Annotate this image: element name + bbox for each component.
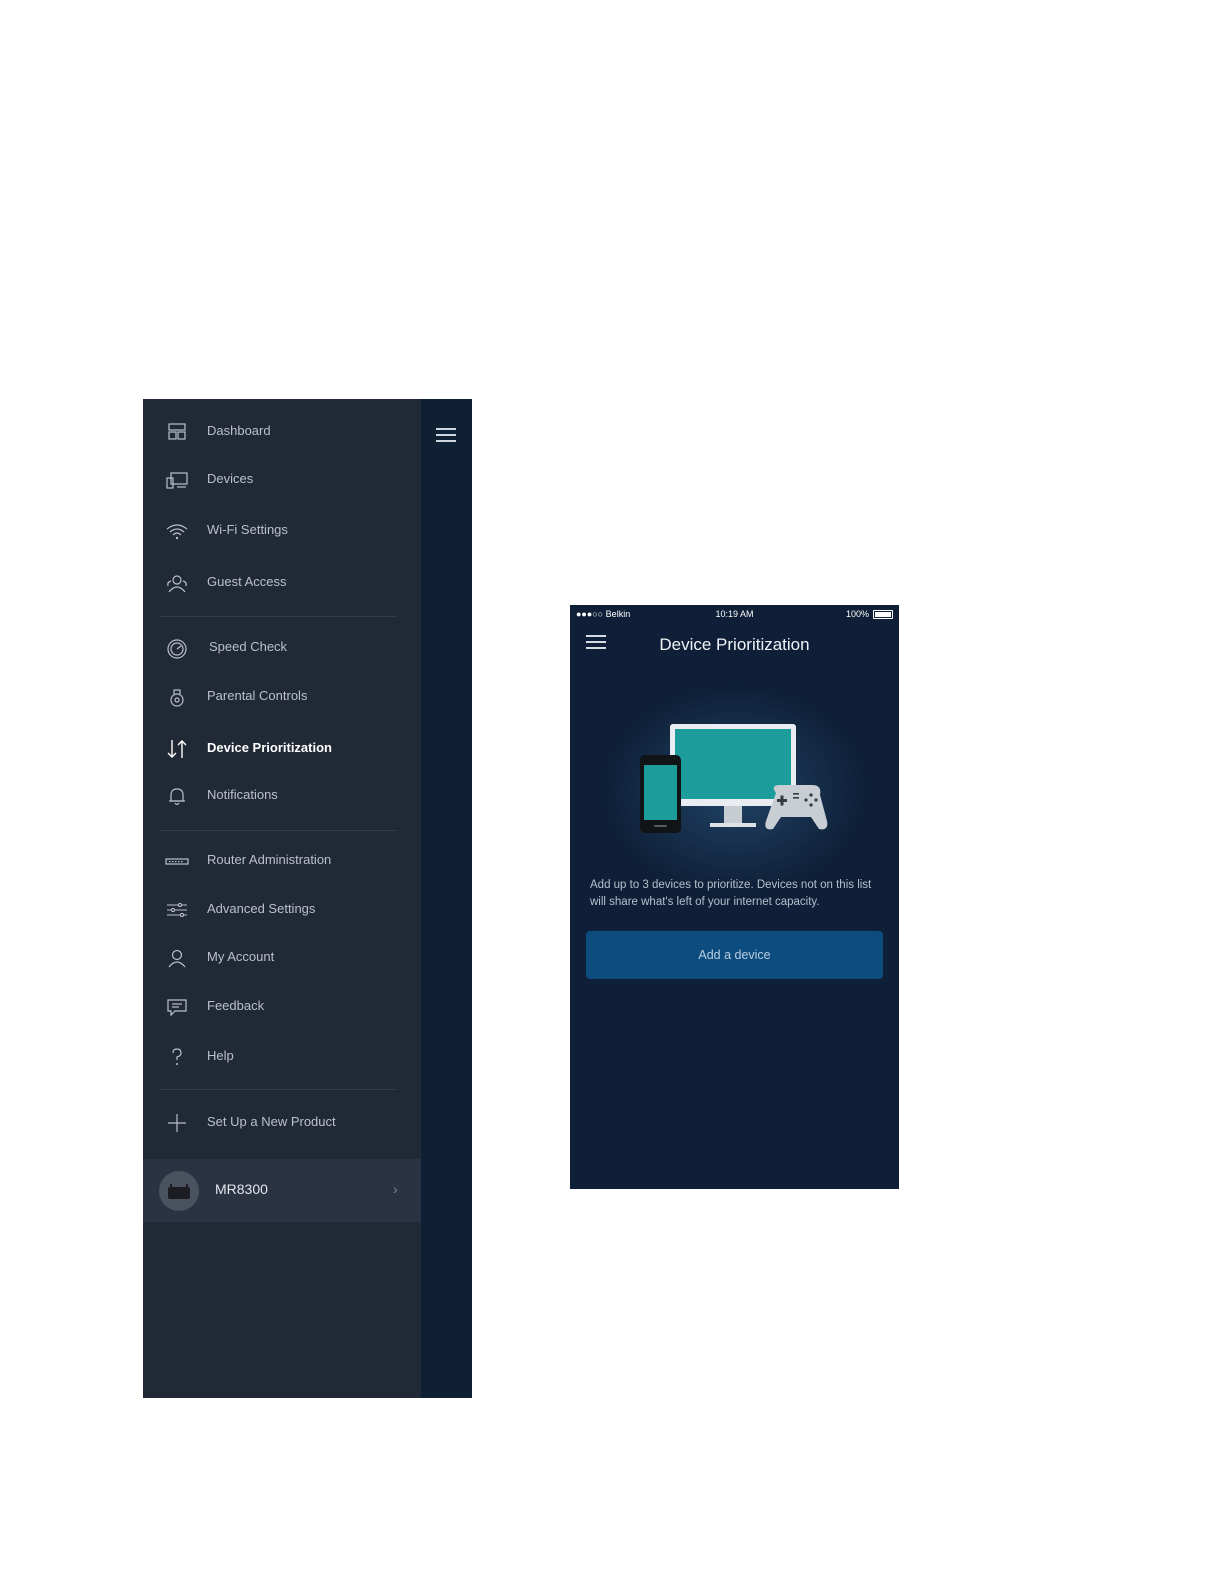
menu-item-parental-controls[interactable]: Parental Controls (143, 677, 421, 717)
menu-item-speed-check[interactable]: Speed Check (143, 628, 421, 668)
sliders-icon (165, 899, 189, 921)
product-row-mr8300[interactable]: MR8300 › (143, 1159, 421, 1222)
menu-item-wifi-settings[interactable]: Wi-Fi Settings (143, 511, 421, 551)
router-icon (165, 850, 189, 872)
dashboard-icon (165, 421, 189, 443)
menu-item-help[interactable]: Help (143, 1037, 421, 1077)
menu-item-advanced-settings[interactable]: Advanced Settings (143, 890, 421, 930)
guest-access-icon (165, 572, 189, 594)
menu-item-label: Speed Check (209, 639, 288, 654)
menu-item-router-administration[interactable]: Router Administration (143, 841, 421, 881)
devices-icon (165, 469, 189, 491)
chevron-right-icon: › (393, 1181, 398, 1197)
menu-item-label: Help (207, 1048, 234, 1063)
menu-item-label: Guest Access (207, 574, 287, 589)
battery-icon (873, 610, 893, 619)
user-icon (165, 947, 189, 969)
menu-item-guest-access[interactable]: Guest Access (143, 563, 421, 603)
menu-item-label: Feedback (207, 998, 265, 1013)
battery-percentage: 100% (845, 609, 869, 619)
prioritization-arrows-icon (165, 738, 189, 760)
add-device-button[interactable]: Add a device (586, 931, 883, 979)
menu-item-label: My Account (207, 949, 275, 964)
page-title: Device Prioritization (659, 635, 810, 654)
menu-item-label: Router Administration (207, 852, 332, 867)
smartphone-icon (640, 755, 681, 833)
menu-divider (159, 1089, 397, 1090)
product-name: MR8300 (215, 1181, 268, 1197)
menu-item-label: Dashboard (207, 423, 271, 438)
menu-item-notifications[interactable]: Notifications (143, 776, 421, 816)
speedometer-icon (165, 637, 189, 659)
drawer-collapsed-strip (421, 399, 472, 1398)
parental-controls-icon (165, 686, 189, 708)
menu-item-label: Device Prioritization (207, 740, 332, 755)
status-bar: ●●●○○ Belkin 10:19 AM 100% (570, 605, 899, 623)
hamburger-menu-icon[interactable] (436, 428, 456, 442)
menu-item-label: Advanced Settings (207, 901, 316, 916)
menu-item-label: Notifications (207, 787, 278, 802)
wifi-icon (165, 520, 189, 542)
menu-divider (159, 830, 397, 831)
chat-bubble-icon (165, 996, 189, 1018)
menu-item-my-account[interactable]: My Account (143, 938, 421, 978)
menu-divider (159, 616, 397, 617)
menu-item-set-up-new-product[interactable]: Set Up a New Product (143, 1103, 421, 1143)
prioritization-description: Add up to 3 devices to prioritize. Devic… (590, 879, 872, 908)
menu-item-device-prioritization[interactable]: Device Prioritization (143, 729, 421, 769)
router-avatar (159, 1171, 199, 1211)
menu-item-label: Wi-Fi Settings (207, 522, 288, 537)
menu-item-devices[interactable]: Devices (143, 460, 421, 500)
navigation-drawer: Dashboard Devices Wi-Fi Settings Guest A… (143, 399, 472, 1398)
menu-item-label: Parental Controls (207, 688, 308, 703)
menu-item-label: Devices (207, 471, 254, 486)
menu-item-dashboard[interactable]: Dashboard (143, 412, 421, 452)
question-mark-icon (165, 1046, 189, 1068)
phone-screen: ●●●○○ Belkin 10:19 AM 100% Device Priori… (570, 605, 899, 1189)
plus-icon (165, 1112, 189, 1134)
devices-illustration (640, 724, 828, 833)
menu-item-label: Set Up a New Product (207, 1114, 336, 1129)
menu-item-feedback[interactable]: Feedback (143, 987, 421, 1027)
bell-icon (165, 785, 189, 807)
